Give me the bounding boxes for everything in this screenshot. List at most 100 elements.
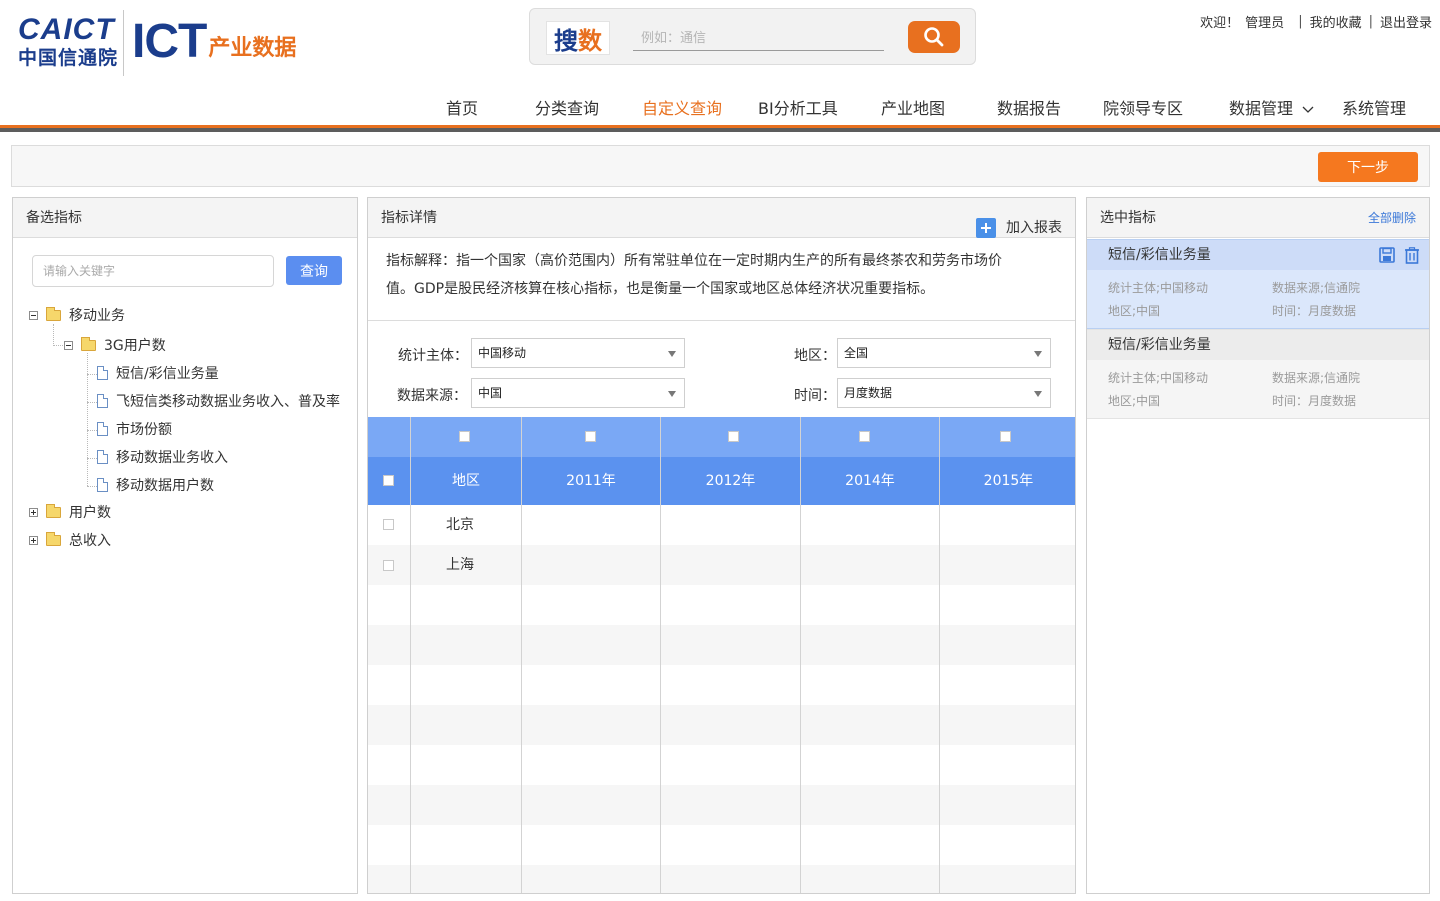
expand-icon[interactable]	[29, 507, 38, 517]
tree-connector	[87, 402, 97, 403]
folder-icon	[81, 336, 96, 351]
nav-item-leader-zone[interactable]: 院领导专区	[1103, 94, 1183, 124]
user-name-link[interactable]: 管理员	[1245, 12, 1284, 31]
collapse-icon[interactable]	[64, 340, 73, 350]
nav-item-data-management[interactable]: 数据管理	[1229, 94, 1314, 124]
welcome-text: 欢迎！	[1200, 16, 1240, 31]
tree-node-total-revenue[interactable]: 总收入	[29, 530, 111, 550]
folder-icon	[46, 503, 61, 518]
sousou-logo-part1: 搜	[554, 25, 578, 55]
nav-item-system-management[interactable]: 系统管理	[1342, 94, 1406, 124]
step-toolbar: 下一步	[11, 145, 1430, 187]
tree-node-3g-users[interactable]: 3G用户数	[64, 335, 166, 355]
delete-all-link[interactable]: 全部删除	[1368, 198, 1416, 238]
tree-leaf-mobile-data-revenue[interactable]: 移动数据业务收入	[97, 447, 228, 467]
search-icon	[924, 27, 944, 47]
trash-icon[interactable]	[1404, 247, 1420, 264]
caict-logo-cn: 中国信通院	[18, 47, 119, 69]
header: CAICT 中国信通院 ICT 产业数据 搜 数 欢迎！ 管理员 | 我的收藏 …	[0, 0, 1440, 132]
search-input[interactable]	[633, 27, 884, 51]
panel-header: 选中指标 全部删除	[1087, 198, 1429, 238]
column-header-region[interactable]: 地区	[411, 457, 521, 505]
tree-node-label: 移动业务	[69, 308, 125, 324]
table-row	[368, 665, 1075, 705]
nav-item-bi-tools[interactable]: BI分析工具	[758, 94, 838, 124]
indicator-title: 短信/彩信业务量	[1108, 247, 1211, 263]
nav-item-data-report[interactable]: 数据报告	[997, 94, 1061, 124]
next-step-button[interactable]: 下一步	[1318, 152, 1418, 182]
logo-divider	[123, 10, 124, 76]
column-header-2014[interactable]: 2014年	[801, 457, 939, 505]
tree-connector	[87, 458, 97, 459]
tree-leaf-sms-mms-volume[interactable]: 短信/彩信业务量	[97, 363, 219, 383]
select-all-checkbox[interactable]	[383, 475, 394, 486]
separator: |	[1298, 14, 1303, 29]
time-select[interactable]: 月度数据	[837, 378, 1051, 408]
subject-select[interactable]: 中国移动	[471, 338, 685, 368]
tree-node-mobile-business[interactable]: 移动业务	[29, 305, 125, 325]
row-checkbox[interactable]	[383, 519, 394, 530]
save-icon[interactable]	[1379, 247, 1395, 263]
tree-leaf-label: 市场份额	[116, 422, 172, 438]
indicator-time: 时间：月度数据	[1272, 394, 1357, 408]
tree-leaf-market-share[interactable]: 市场份额	[97, 419, 172, 439]
nav-item-category-query[interactable]: 分类查询	[535, 94, 599, 124]
separator: |	[1368, 14, 1373, 29]
tree-leaf-label: 短信/彩信业务量	[116, 366, 219, 382]
data-source-select[interactable]: 中国	[471, 378, 685, 408]
column-header-2012[interactable]: 2012年	[661, 457, 800, 505]
region-select[interactable]: 全国	[837, 338, 1051, 368]
tree-connector	[87, 353, 88, 486]
tree-connector	[53, 324, 54, 346]
caict-logo[interactable]: CAICT 中国信通院	[18, 14, 118, 70]
column-checkbox[interactable]	[859, 431, 870, 442]
table-row	[368, 705, 1075, 745]
row-checkbox[interactable]	[383, 560, 394, 571]
table-row	[368, 585, 1075, 625]
data-source-label: 数据来源：	[397, 388, 467, 404]
tree-node-label: 用户数	[69, 505, 111, 521]
search-button[interactable]	[908, 21, 960, 53]
table-row	[368, 545, 1075, 585]
data-table: 地区 2011年 2012年 2014年 2015年 北京 上海	[368, 417, 1075, 893]
tree-leaf-label: 移动数据用户数	[116, 478, 214, 494]
ict-data-logo[interactable]: ICT 产业数据	[132, 18, 297, 66]
tree-connector	[87, 374, 97, 375]
tree-leaf-non-sms-data-revenue[interactable]: 飞短信类移动数据业务收入、普及率	[97, 391, 340, 411]
expand-icon[interactable]	[29, 535, 38, 545]
keyword-input[interactable]	[32, 255, 274, 287]
tree-leaf-label: 飞短信类移动数据业务收入、普及率	[116, 394, 340, 410]
document-icon	[97, 422, 108, 436]
nav-item-industry-map[interactable]: 产业地图	[881, 94, 945, 124]
column-header-2011[interactable]: 2011年	[522, 457, 660, 505]
column-checkbox[interactable]	[585, 431, 596, 442]
column-checkbox[interactable]	[1000, 431, 1011, 442]
selected-indicator-card[interactable]: 短信/彩信业务量 统计主体;中国移动 数据来源;信通院 地区;中国 时间：月度数…	[1087, 329, 1429, 419]
indicator-detail-panel: 指标详情 加入报表 指标解释：指一个国家（高价范围内）所有常驻单位在一定时期内生…	[367, 197, 1076, 894]
indicator-region: 地区;中国	[1108, 394, 1161, 408]
query-button[interactable]: 查询	[286, 256, 342, 285]
table-row	[368, 865, 1075, 893]
tree-node-users[interactable]: 用户数	[29, 502, 111, 522]
tree-connector	[87, 430, 97, 431]
tree-leaf-mobile-data-users[interactable]: 移动数据用户数	[97, 475, 214, 495]
ict-logo-cn: 产业数据	[208, 36, 297, 61]
column-checkbox[interactable]	[459, 431, 470, 442]
tree-connector	[87, 486, 97, 487]
favorites-link[interactable]: 我的收藏	[1310, 12, 1362, 31]
selected-indicators-panel: 选中指标 全部删除 短信/彩信业务量 统计主体;中国移动 数据来源;信通院 地区…	[1086, 197, 1430, 894]
column-header-2015[interactable]: 2015年	[940, 457, 1075, 505]
chevron-down-icon	[1302, 106, 1314, 113]
nav-item-home[interactable]: 首页	[446, 94, 478, 124]
logout-link[interactable]: 退出登录	[1380, 12, 1432, 31]
tree-node-label: 3G用户数	[104, 338, 166, 354]
table-column-select-row	[368, 417, 1075, 457]
column-checkbox[interactable]	[728, 431, 739, 442]
nav-item-custom-query[interactable]: 自定义查询	[642, 94, 722, 124]
document-icon	[97, 366, 108, 380]
selected-indicator-card[interactable]: 短信/彩信业务量 统计主体;中国移动 数据来源;信通院 地区;中国 时间：月度数…	[1087, 239, 1429, 329]
collapse-icon[interactable]	[29, 310, 38, 320]
folder-icon	[46, 306, 61, 321]
description-line: 指标解释：指一个国家（高价范围内）所有常驻单位在一定时期内生产的所有最终茶农和劳…	[386, 253, 1002, 269]
nav-underline-bar	[0, 128, 1440, 132]
